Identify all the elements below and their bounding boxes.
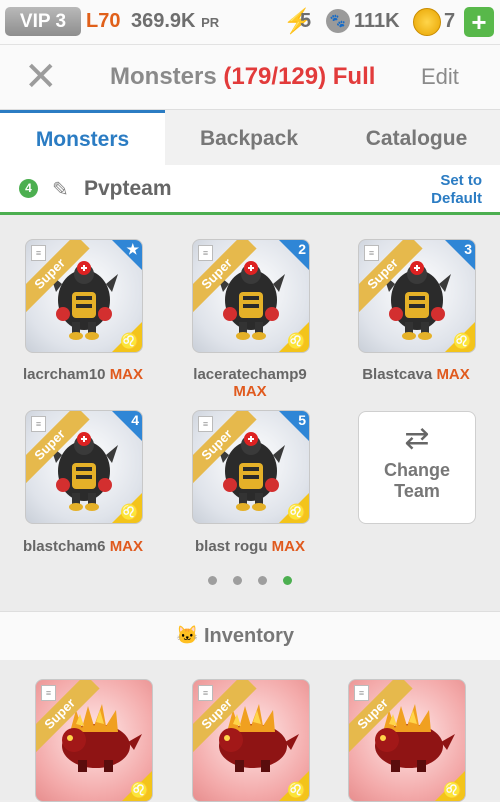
max-label: MAX	[109, 366, 144, 383]
vip-badge[interactable]: VIP 3	[5, 7, 81, 36]
page-indicator	[208, 576, 298, 588]
max-label: MAX	[436, 366, 470, 383]
monster-name-2: laceratechamp9 MAX	[175, 366, 325, 400]
tab-monsters[interactable]: Monsters	[0, 110, 165, 165]
inventory-header: 🐱 Inventory	[0, 611, 500, 661]
tab-catalogue[interactable]: Catalogue	[333, 110, 500, 165]
monster-name-5: blast rogu MAX	[175, 538, 325, 555]
team-header: 4 ✎ Pvpteam Set to Default	[0, 165, 500, 215]
gem-count: 7	[444, 10, 456, 32]
leo-icon: ♌	[120, 504, 139, 521]
monster-name-text: lacrcham10	[22, 366, 106, 383]
set-default-line1: Set to	[440, 172, 482, 189]
tab-backpack[interactable]: Backpack	[165, 110, 333, 165]
leo-icon: ♌	[287, 333, 306, 350]
slot-number: 3	[464, 241, 472, 257]
change-team-line2: Team	[394, 481, 440, 501]
monster-name-4: blastcham6 MAX	[8, 538, 158, 555]
leo-icon: ♌	[120, 333, 139, 350]
player-level: L70	[86, 10, 121, 32]
notebook-icon: ≡	[41, 685, 56, 701]
team-number-badge: 4	[19, 179, 38, 198]
monster-face-icon: 🐱	[176, 625, 199, 645]
notebook-icon: ≡	[198, 685, 213, 701]
page-dot-4[interactable]	[283, 576, 292, 585]
page-dot-3[interactable]	[258, 576, 267, 585]
page-title: Monsters (179/129) Full	[110, 63, 375, 91]
notebook-icon: ≡	[31, 245, 46, 261]
energy-count: 5	[300, 10, 312, 32]
food-count: 111K	[354, 10, 400, 32]
monster-card-4[interactable]: Super ≡ 4 ♌	[25, 410, 143, 524]
tab-bar: Monsters Backpack Catalogue	[0, 110, 500, 165]
max-label: MAX	[271, 538, 306, 555]
leo-icon: ♌	[287, 504, 306, 521]
monster-name-3: Blastcava MAX	[341, 366, 491, 383]
inventory-card-3[interactable]: Super ≡ ♌	[348, 679, 466, 802]
power-value: 369.9K	[131, 10, 196, 32]
leo-icon: ♌	[443, 782, 462, 799]
monster-card-2[interactable]: Super ≡ 2 ♌	[192, 239, 310, 353]
food-icon: 🐾	[326, 9, 350, 33]
gem-coin-icon	[413, 8, 441, 36]
close-icon[interactable]: ✕	[24, 57, 58, 97]
pencil-icon[interactable]: ✎	[52, 177, 69, 202]
monster-name-text: Blastcava	[362, 366, 433, 383]
inventory-card-2[interactable]: Super ≡ ♌	[192, 679, 310, 802]
team-name[interactable]: Pvpteam	[84, 177, 172, 201]
leo-icon: ♌	[453, 333, 472, 350]
slot-number: 2	[298, 241, 306, 257]
power-rating: 369.9K PR	[131, 10, 219, 33]
monster-card-5[interactable]: Super ≡ 5 ♌	[192, 410, 310, 524]
monster-card-1[interactable]: Super ≡ ★ ♌	[25, 239, 143, 353]
change-team-label: Change Team	[359, 460, 475, 502]
monster-name-text: blast rogu	[194, 538, 268, 555]
leo-icon: ♌	[130, 782, 149, 799]
status-bar: VIP 3 L70 369.9K PR ⚡ 5 🐾 111K 7 +	[0, 0, 500, 45]
power-unit: PR	[201, 15, 220, 30]
page-dot-1[interactable]	[208, 576, 217, 585]
leo-icon: ♌	[287, 782, 306, 799]
slot-number: 4	[131, 412, 139, 428]
page-dot-2[interactable]	[233, 576, 242, 585]
page-header: ✕ Monsters (179/129) Full Edit	[0, 45, 500, 110]
change-team-line1: Change	[383, 460, 450, 480]
max-label: MAX	[109, 538, 144, 555]
inventory-card-1[interactable]: Super ≡ ♌	[35, 679, 153, 802]
change-team-button[interactable]: ⇄ Change Team	[358, 411, 476, 524]
monster-card-3[interactable]: Super ≡ 3 ♌	[358, 239, 476, 353]
edit-button[interactable]: Edit	[421, 64, 459, 90]
max-label: MAX	[233, 383, 267, 400]
notebook-icon: ≡	[198, 416, 213, 432]
monster-name-1: lacrcham10 MAX	[8, 366, 158, 383]
inventory-title: Inventory	[204, 625, 295, 647]
swap-arrows-icon: ⇄	[404, 422, 430, 455]
monster-name-text: laceratechamp9	[193, 366, 307, 383]
slot-number: 5	[298, 412, 306, 428]
star-icon: ★	[126, 241, 139, 257]
notebook-icon: ≡	[198, 245, 213, 261]
notebook-icon: ≡	[364, 245, 379, 261]
title-text: Monsters	[110, 63, 217, 90]
set-default-line2: Default	[431, 190, 482, 207]
set-default-button[interactable]: Set to Default	[431, 172, 482, 208]
notebook-icon: ≡	[354, 685, 369, 701]
monster-name-text: blastcham6	[22, 538, 106, 555]
add-gems-button[interactable]: +	[464, 7, 494, 37]
notebook-icon: ≡	[31, 416, 46, 432]
monster-count: (179/129) Full	[223, 63, 376, 90]
